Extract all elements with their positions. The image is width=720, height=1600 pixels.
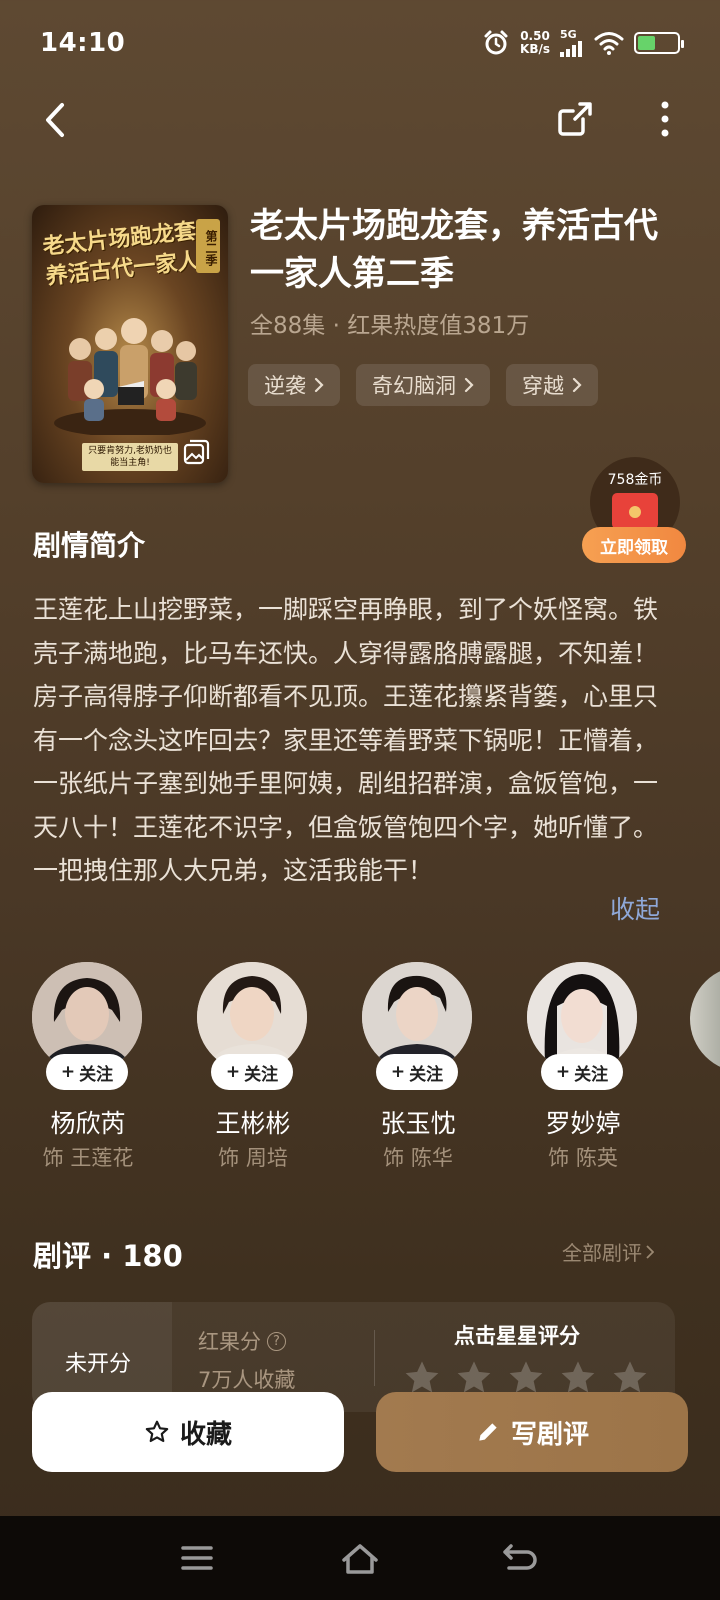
cast-member[interactable]: + 关注 罗妙婷 饰 陈英: [527, 962, 639, 1172]
follow-label: 关注: [79, 1064, 114, 1085]
red-envelope-icon: [612, 493, 658, 529]
follow-label: 关注: [244, 1064, 279, 1085]
pencil-icon: [479, 1423, 497, 1441]
signal-bars-icon: [560, 41, 582, 57]
share-icon[interactable]: [553, 97, 597, 141]
unrated-label: 未开分: [65, 1352, 132, 1377]
plus-icon: +: [390, 1062, 406, 1082]
battery-icon: [634, 31, 684, 54]
cast-role: 饰 周培: [218, 1146, 288, 1170]
plus-icon: +: [60, 1062, 76, 1082]
show-title: 老太片场跑龙套，养活古代一家人第二季: [250, 206, 658, 294]
all-reviews-label: 全部剧评: [562, 1241, 642, 1265]
signal-label: 5G: [560, 28, 577, 41]
cast-name: 杨欣芮: [50, 1109, 126, 1138]
score-label: 红果分 ?: [198, 1326, 286, 1356]
chevron-right-icon: [572, 377, 582, 393]
genre-tags: 逆袭 奇幻脑洞 穿越: [248, 364, 598, 406]
chevron-right-icon: [646, 1244, 654, 1259]
cast-name: 罗妙婷: [545, 1109, 621, 1138]
poster-caption: 只要肯努力,老奶奶也能当主角!: [82, 443, 178, 471]
score-label-text: 红果分: [198, 1330, 261, 1354]
follow-button[interactable]: + 关注: [46, 1054, 128, 1090]
tag-label: 逆袭: [264, 374, 306, 398]
coin-amount: 758金币: [607, 472, 663, 488]
plus-icon: +: [225, 1062, 241, 1082]
back-nav-icon[interactable]: [497, 1538, 541, 1578]
synopsis-heading: 剧情简介: [33, 529, 146, 562]
cast-member[interactable]: + 关注 杨欣芮 饰 王莲花: [32, 962, 144, 1172]
cast-role: 饰 陈英: [548, 1146, 618, 1170]
tag-label: 穿越: [522, 374, 564, 398]
chevron-right-icon: [464, 377, 474, 393]
coin-reward-badge[interactable]: 758金币 立即领取: [582, 457, 686, 567]
cast-member[interactable]: + 关注 王彬彬 饰 周培: [197, 962, 309, 1172]
battery-level: [638, 35, 656, 50]
more-vertical-icon[interactable]: [645, 97, 685, 141]
collapse-link[interactable]: 收起: [610, 890, 660, 926]
image-preview-icon[interactable]: [182, 439, 210, 467]
alarm-icon: [484, 30, 508, 54]
star-outline-icon: [145, 1420, 169, 1443]
poster-cast-illustration: [54, 318, 206, 435]
follow-button[interactable]: + 关注: [541, 1054, 623, 1090]
follow-button[interactable]: + 关注: [211, 1054, 293, 1090]
home-icon[interactable]: [338, 1538, 382, 1578]
top-nav: [0, 95, 720, 145]
follow-label: 关注: [574, 1064, 609, 1085]
plus-icon: +: [555, 1062, 571, 1082]
wifi-icon: [594, 31, 624, 55]
status-bar: 14:10 0.50 KB/s 5G: [0, 0, 720, 92]
tag-reversal[interactable]: 逆袭: [248, 364, 340, 406]
cast-role: 饰 王莲花: [42, 1146, 134, 1170]
cell-signal: 5G: [560, 28, 584, 57]
cast-list: +关注 杨欣芮 饰 王莲花 +关注 王彬彬 饰 周培 +关注 张玉忱 饰: [32, 962, 720, 1172]
bottom-actions: 收藏 写剧评: [0, 1390, 720, 1500]
synopsis-text: 王莲花上山挖野菜，一脚踩空再睁眼，到了个妖怪窝。铁壳子满地跑，比马车还快。人穿得…: [33, 595, 659, 885]
tag-label: 奇幻脑洞: [372, 374, 456, 398]
tag-fantasy[interactable]: 奇幻脑洞: [356, 364, 490, 406]
claim-now-button[interactable]: 立即领取: [582, 527, 686, 563]
show-poster[interactable]: 老太片场跑龙套, 养活古代一家人 第二季 只要肯努力,老奶奶也能当主角!: [32, 205, 228, 483]
show-meta: 全88集 · 红果热度值381万: [250, 313, 530, 339]
cast-member[interactable]: + 关注 张玉忱 饰 陈华: [362, 962, 474, 1172]
chevron-right-icon: [314, 377, 324, 393]
write-review-button[interactable]: 写剧评: [376, 1392, 688, 1472]
cast-role: 饰 陈华: [383, 1146, 453, 1170]
reviews-heading: 剧评 · 180: [33, 1239, 183, 1273]
status-icons: 0.50 KB/s 5G: [482, 28, 684, 57]
back-icon[interactable]: [36, 95, 76, 145]
cast-name: 王彬彬: [215, 1109, 291, 1138]
collect-button[interactable]: 收藏: [32, 1392, 344, 1472]
collect-label: 收藏: [179, 1419, 232, 1450]
follow-label: 关注: [409, 1064, 444, 1085]
write-review-label: 写剧评: [510, 1419, 589, 1450]
system-nav-bar: [0, 1516, 720, 1600]
net-speed-value: 0.50: [520, 28, 550, 43]
tag-time-travel[interactable]: 穿越: [506, 364, 598, 406]
status-time: 14:10: [40, 28, 126, 58]
help-icon[interactable]: ?: [267, 1331, 286, 1351]
poster-season: 第二季: [196, 219, 220, 273]
net-speed: 0.50 KB/s: [520, 28, 550, 56]
poster-title: 老太片场跑龙套, 养活古代一家人: [41, 214, 218, 292]
tap-to-rate-label: 点击星星评分: [454, 1324, 580, 1348]
net-speed-unit: KB/s: [520, 41, 550, 56]
divider: [374, 1330, 375, 1386]
cast-name: 张玉忱: [380, 1109, 456, 1138]
all-reviews-link[interactable]: 全部剧评: [562, 1237, 654, 1266]
menu-icon[interactable]: [175, 1538, 219, 1578]
follow-button[interactable]: + 关注: [376, 1054, 458, 1090]
